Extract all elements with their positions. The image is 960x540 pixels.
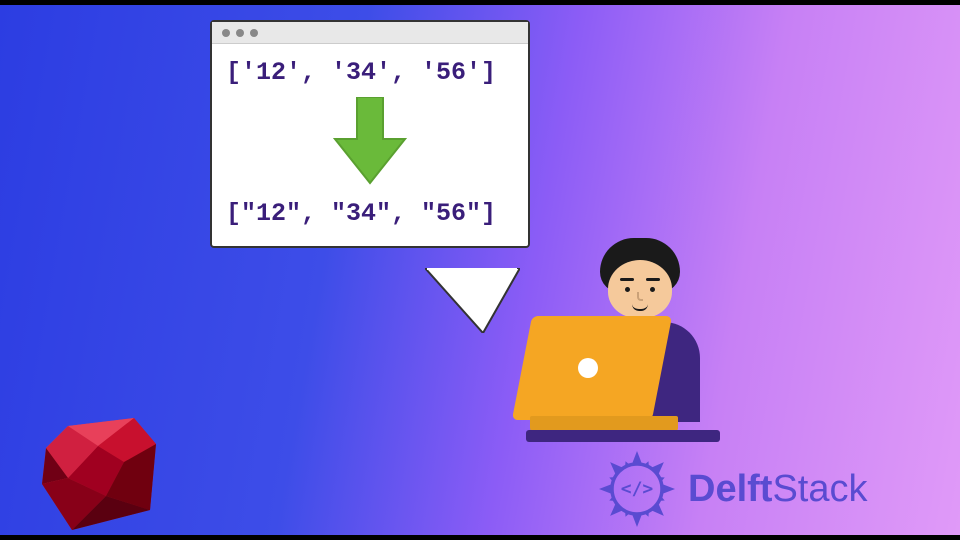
person-face xyxy=(608,260,672,318)
code-before: ['12', '34', '56'] xyxy=(226,58,514,87)
desk xyxy=(526,430,720,442)
letterbox-top xyxy=(0,0,960,5)
delftstack-wordmark: DelftStack xyxy=(688,468,868,511)
delftstack-code-symbol: </> xyxy=(621,479,654,500)
code-window: ['12', '34', '56'] ["12", "34", "56"] xyxy=(210,20,530,248)
window-dot-icon xyxy=(236,29,244,37)
window-title-bar xyxy=(212,22,528,44)
delftstack-emblem-icon: </> xyxy=(598,450,676,528)
window-dot-icon xyxy=(222,29,230,37)
letterbox-bottom xyxy=(0,535,960,540)
brand-delft: Delft xyxy=(688,468,772,510)
arrow-down-icon xyxy=(226,97,514,185)
ruby-gem-icon xyxy=(38,418,158,533)
laptop-logo-icon xyxy=(578,358,598,378)
person-with-laptop-illustration xyxy=(490,230,740,470)
code-after: ["12", "34", "56"] xyxy=(226,199,514,228)
delftstack-logo: </> DelftStack xyxy=(598,450,868,528)
code-body: ['12', '34', '56'] ["12", "34", "56"] xyxy=(212,44,528,246)
brand-stack: Stack xyxy=(772,468,867,510)
window-dot-icon xyxy=(250,29,258,37)
